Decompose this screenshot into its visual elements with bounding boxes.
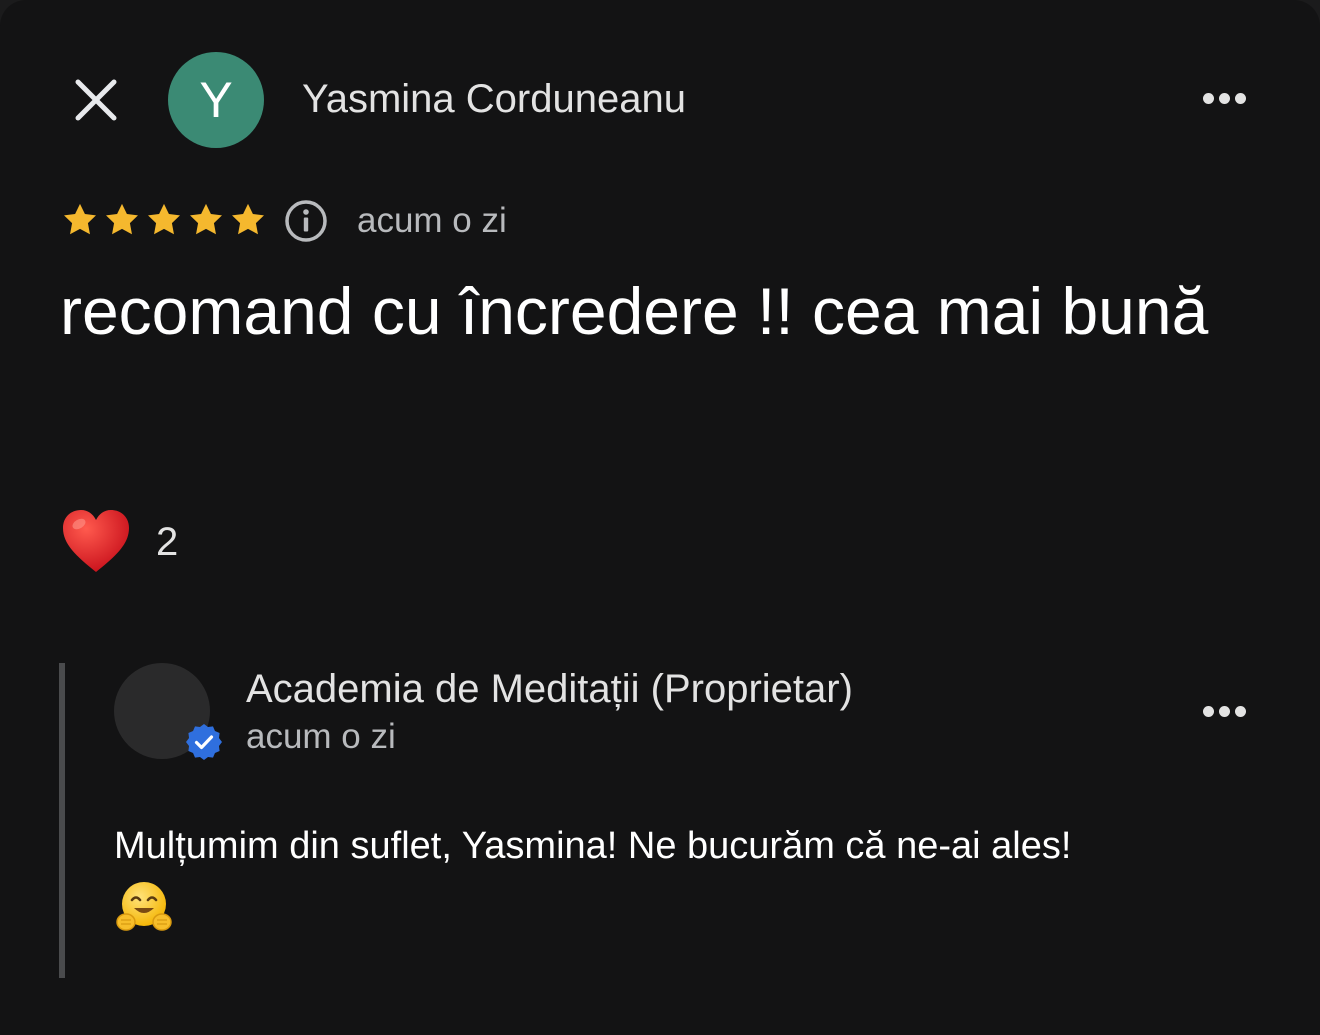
reply-indent-bar — [59, 663, 65, 978]
owner-name[interactable]: Academia de Meditații (Proprietar) — [246, 664, 853, 714]
heart-icon — [63, 510, 129, 572]
star-icon — [102, 200, 142, 240]
star-icon — [144, 200, 184, 240]
verified-badge-icon — [186, 724, 222, 760]
star-icon — [228, 200, 268, 240]
reviewer-name[interactable]: Yasmina Corduneanu — [302, 74, 686, 124]
review-detail-panel: Y Yasmina Corduneanu acum o zi recomand … — [0, 0, 1320, 1035]
review-timestamp: acum o zi — [357, 201, 507, 240]
reviewer-avatar[interactable]: Y — [168, 52, 264, 148]
star-rating — [60, 200, 268, 240]
review-more-options-button[interactable] — [1194, 78, 1254, 118]
reaction-count: 2 — [156, 519, 179, 564]
heart-reaction-button[interactable]: 2 — [60, 506, 178, 578]
star-icon — [186, 200, 226, 240]
star-icon — [60, 200, 100, 240]
close-icon — [75, 79, 117, 121]
reply-more-options-button[interactable] — [1194, 691, 1254, 731]
more-horizontal-icon — [1202, 705, 1214, 717]
more-horizontal-icon — [1202, 92, 1214, 104]
review-text: recomand cu încredere !! cea mai bună — [60, 274, 1209, 348]
reply-text: Mulțumim din suflet, Yasmina! Ne bucurăm… — [114, 825, 1072, 867]
close-button[interactable] — [66, 70, 126, 130]
reply-timestamp: acum o zi — [246, 717, 396, 756]
info-icon[interactable] — [283, 198, 329, 244]
hugging-face-emoji — [116, 882, 172, 931]
